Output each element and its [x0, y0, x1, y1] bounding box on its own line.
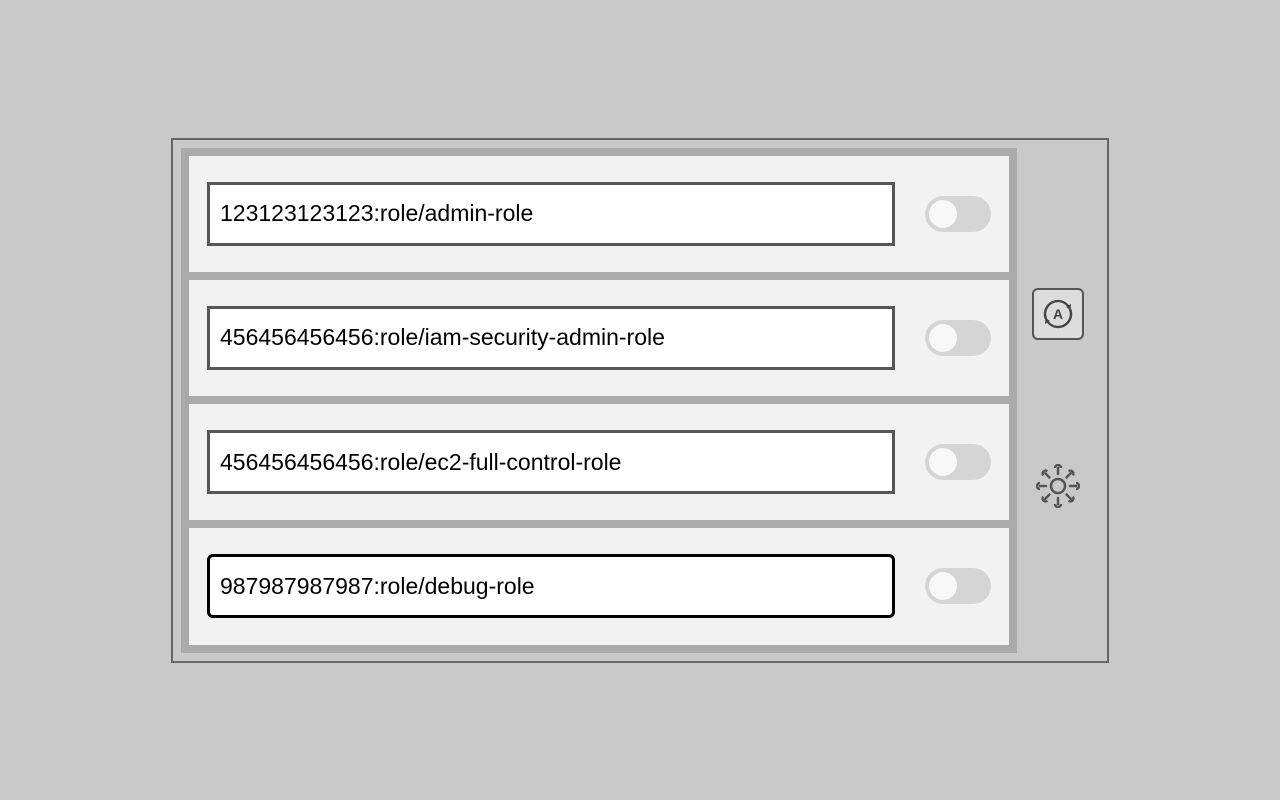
toggle-knob [929, 324, 957, 352]
role-toggle[interactable] [925, 196, 991, 232]
gear-icon [1036, 464, 1080, 508]
roles-list [181, 148, 1017, 653]
role-toggle[interactable] [925, 320, 991, 356]
role-row [189, 528, 1009, 644]
role-toggle-wrap [925, 320, 991, 356]
role-arn-input[interactable] [207, 430, 895, 494]
role-toggle[interactable] [925, 444, 991, 480]
auto-refresh-button[interactable]: A [1032, 288, 1084, 340]
toggle-knob [929, 200, 957, 228]
role-toggle-wrap [925, 568, 991, 604]
toggle-knob [929, 572, 957, 600]
role-editor-panel: A [171, 138, 1109, 663]
role-toggle-wrap [925, 196, 991, 232]
role-toggle[interactable] [925, 568, 991, 604]
role-arn-input[interactable] [207, 554, 895, 618]
toggle-knob [929, 448, 957, 476]
role-arn-input[interactable] [207, 182, 895, 246]
svg-text:A: A [1053, 306, 1063, 322]
role-row [189, 280, 1009, 396]
role-row [189, 404, 1009, 520]
role-row [189, 156, 1009, 272]
role-arn-input[interactable] [207, 306, 895, 370]
settings-button[interactable] [1032, 460, 1084, 512]
role-toggle-wrap [925, 444, 991, 480]
side-toolbar: A [1017, 148, 1099, 653]
auto-refresh-icon: A [1041, 297, 1075, 331]
